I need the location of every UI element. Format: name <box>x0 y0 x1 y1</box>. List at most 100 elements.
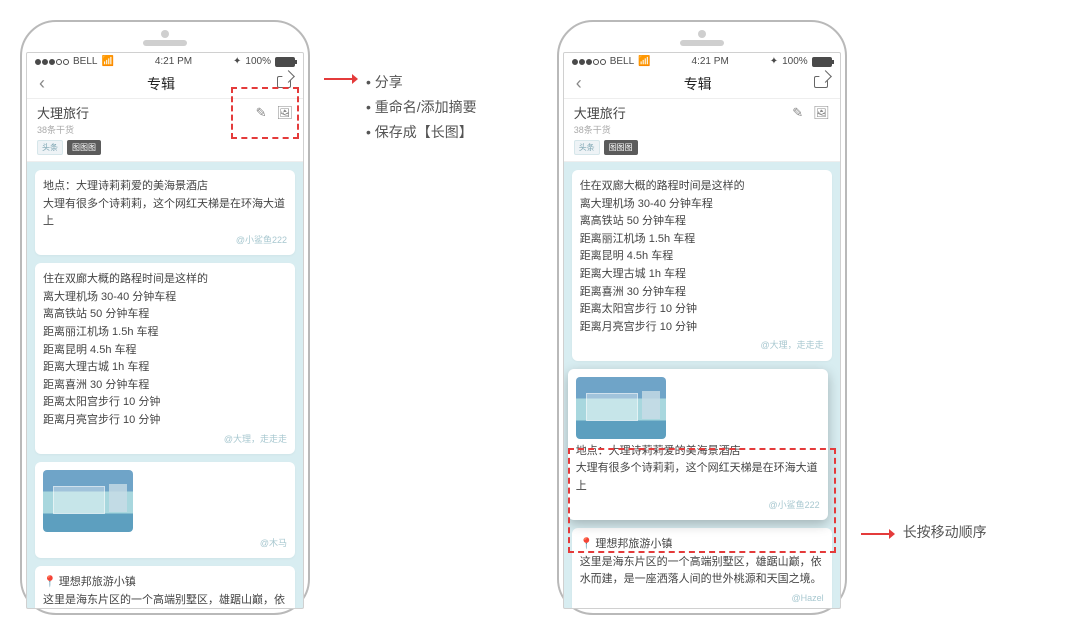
tag-toutiao[interactable]: 头条 <box>37 140 63 155</box>
share-icon <box>814 74 828 88</box>
collection-title: 大理旅行 <box>37 103 101 122</box>
phone-speaker <box>680 40 724 46</box>
card-signature: @大理，走走走 <box>43 432 287 446</box>
status-bar: BELL 📶 4:21 PM ✦ 100% <box>564 53 840 69</box>
anno-share: 分享 <box>375 74 403 90</box>
card-thumbnail[interactable] <box>43 470 133 532</box>
card-line: 这里是海东片区的一个高端别墅区，雄踞山巅，依水而建，是一座洒落人间的世外桃源和天… <box>43 592 287 608</box>
arrow-icon <box>324 70 358 86</box>
card-line: 离高铁站 50 分钟车程 <box>580 213 824 231</box>
carrier-label: BELL <box>73 56 97 67</box>
note-card[interactable]: @木马 <box>35 462 295 558</box>
phone-mockup-right: BELL 📶 4:21 PM ✦ 100% ‹ 专辑 <box>557 20 847 615</box>
card-signature: @小鲨鱼222 <box>43 233 287 247</box>
image-view-button[interactable]: 🖼 <box>813 105 830 121</box>
battery-icon <box>812 57 832 67</box>
card-line: 离高铁站 50 分钟车程 <box>43 306 287 324</box>
battery-pct: 100% <box>782 56 808 67</box>
collection-title: 大理旅行 <box>574 103 638 122</box>
card-signature: @木马 <box>43 536 287 550</box>
card-line: 距离太阳宫步行 10 分钟 <box>43 394 287 412</box>
sub-header: 大理旅行 38条干货 头条 图图图 ✎ 🖼 <box>564 99 840 162</box>
battery-pct: 100% <box>245 56 271 67</box>
page-title: 专辑 <box>147 74 175 94</box>
card-line: 距离喜洲 30 分钟车程 <box>580 284 824 302</box>
phone-mockup-left: BELL 📶 4:21 PM ✦ 100% ‹ 专辑 <box>20 20 310 615</box>
card-line: 距离昆明 4.5h 车程 <box>580 248 824 266</box>
tag-tutu[interactable]: 图图图 <box>604 140 638 155</box>
pin-icon: 📍 <box>580 538 594 550</box>
note-card[interactable]: 地点：大理诗莉莉爱的美海景酒店大理有很多个诗莉莉，这个网红天梯是在环海大道上 @小… <box>568 369 828 520</box>
card-thumbnail[interactable] <box>576 377 666 439</box>
sub-header: 大理旅行 38条干货 头条 图图图 ✎ 🖼 <box>27 99 303 162</box>
card-line: 这里是海东片区的一个高端别墅区，雄踞山巅，依水而建，是一座洒落人间的世外桃源和天… <box>580 554 824 589</box>
nav-bar: ‹ 专辑 <box>564 69 840 99</box>
carrier-label: BELL <box>610 56 634 67</box>
share-button[interactable] <box>273 74 295 93</box>
content-scroll[interactable]: 住在双廊大概的路程时间是这样的离大理机场 30-40 分钟车程离高铁站 50 分… <box>564 162 840 608</box>
card-line: 📍理想邦旅游小镇 <box>43 574 287 592</box>
anno-drag: 长按移动顺序 <box>903 520 987 545</box>
card-line: 距离太阳宫步行 10 分钟 <box>580 301 824 319</box>
back-button[interactable]: ‹ <box>35 73 49 94</box>
note-card[interactable]: 📍理想邦旅游小镇 这里是海东片区的一个高端别墅区，雄踞山巅，依水而建，是一座洒落… <box>572 528 832 608</box>
bluetooth-icon: ✦ <box>770 56 778 67</box>
collection-subtitle: 38条干货 <box>574 123 638 136</box>
note-card[interactable]: 住在双廊大概的路程时间是这样的离大理机场 30-40 分钟车程离高铁站 50 分… <box>35 263 295 454</box>
card-line: 距离月亮宫步行 10 分钟 <box>43 412 287 430</box>
anno-save: 保存成【长图】 <box>375 124 473 140</box>
phone-speaker <box>143 40 187 46</box>
card-line: 📍理想邦旅游小镇 <box>580 536 824 554</box>
card-line: 距离喜洲 30 分钟车程 <box>43 377 287 395</box>
edit-button[interactable]: ✎ <box>792 105 803 121</box>
content-scroll[interactable]: 地点：大理诗莉莉爱的美海景酒店大理有很多个诗莉莉，这个网红天梯是在环海大道上 @小… <box>27 162 303 608</box>
share-icon <box>277 74 291 88</box>
annotation-left: • 分享 • 重命名/添加摘要 • 保存成【长图】 <box>324 20 477 146</box>
image-view-button[interactable]: 🖼 <box>276 105 293 121</box>
card-signature: @大理，走走走 <box>580 338 824 352</box>
clock-label: 4:21 PM <box>692 56 729 67</box>
card-line: 大理有很多个诗莉莉，这个网红天梯是在环海大道上 <box>576 460 820 495</box>
battery-icon <box>275 57 295 67</box>
card-line: 住在双廊大概的路程时间是这样的 <box>43 271 287 289</box>
card-line: 大理有很多个诗莉莉，这个网红天梯是在环海大道上 <box>43 196 287 231</box>
wifi-icon: 📶 <box>101 56 113 67</box>
card-line: 距离大理古城 1h 车程 <box>580 266 824 284</box>
card-line: 距离月亮宫步行 10 分钟 <box>580 319 824 337</box>
phone-screen: BELL 📶 4:21 PM ✦ 100% ‹ 专辑 <box>563 52 841 609</box>
left-column: BELL 📶 4:21 PM ✦ 100% ‹ 专辑 <box>20 20 477 615</box>
clock-label: 4:21 PM <box>155 56 192 67</box>
stage: BELL 📶 4:21 PM ✦ 100% ‹ 专辑 <box>20 20 1060 615</box>
card-line: 地点：大理诗莉莉爱的美海景酒店 <box>576 443 820 461</box>
annotation-right: 长按移动顺序 <box>861 90 987 545</box>
phone-camera <box>698 30 706 38</box>
tag-tutu[interactable]: 图图图 <box>67 140 101 155</box>
phone-camera <box>161 30 169 38</box>
card-signature: @小鲨鱼222 <box>576 498 820 512</box>
card-line: 住在双廊大概的路程时间是这样的 <box>580 178 824 196</box>
card-line: 地点：大理诗莉莉爱的美海景酒店 <box>43 178 287 196</box>
collection-subtitle: 38条干货 <box>37 123 101 136</box>
card-signature: @Hazel <box>580 591 824 605</box>
page-title: 专辑 <box>684 74 712 94</box>
card-line: 距离丽江机场 1.5h 车程 <box>580 231 824 249</box>
status-bar: BELL 📶 4:21 PM ✦ 100% <box>27 53 303 69</box>
bluetooth-icon: ✦ <box>233 56 241 67</box>
card-line: 距离丽江机场 1.5h 车程 <box>43 324 287 342</box>
share-button[interactable] <box>810 74 832 93</box>
signal-icon <box>35 59 69 65</box>
right-column: BELL 📶 4:21 PM ✦ 100% ‹ 专辑 <box>557 20 987 615</box>
note-card[interactable]: 住在双廊大概的路程时间是这样的离大理机场 30-40 分钟车程离高铁站 50 分… <box>572 170 832 361</box>
edit-button[interactable]: ✎ <box>256 105 267 121</box>
note-card[interactable]: 📍理想邦旅游小镇 这里是海东片区的一个高端别墅区，雄踞山巅，依水而建，是一座洒落… <box>35 566 295 608</box>
back-button[interactable]: ‹ <box>572 73 586 94</box>
tag-toutiao[interactable]: 头条 <box>574 140 600 155</box>
nav-bar: ‹ 专辑 <box>27 69 303 99</box>
anno-rename: 重命名/添加摘要 <box>375 99 477 115</box>
signal-icon <box>572 59 606 65</box>
wifi-icon: 📶 <box>638 56 650 67</box>
phone-screen: BELL 📶 4:21 PM ✦ 100% ‹ 专辑 <box>26 52 304 609</box>
note-card[interactable]: 地点：大理诗莉莉爱的美海景酒店大理有很多个诗莉莉，这个网红天梯是在环海大道上 @小… <box>35 170 295 255</box>
pin-icon: 📍 <box>43 576 57 588</box>
card-line: 离大理机场 30-40 分钟车程 <box>43 289 287 307</box>
